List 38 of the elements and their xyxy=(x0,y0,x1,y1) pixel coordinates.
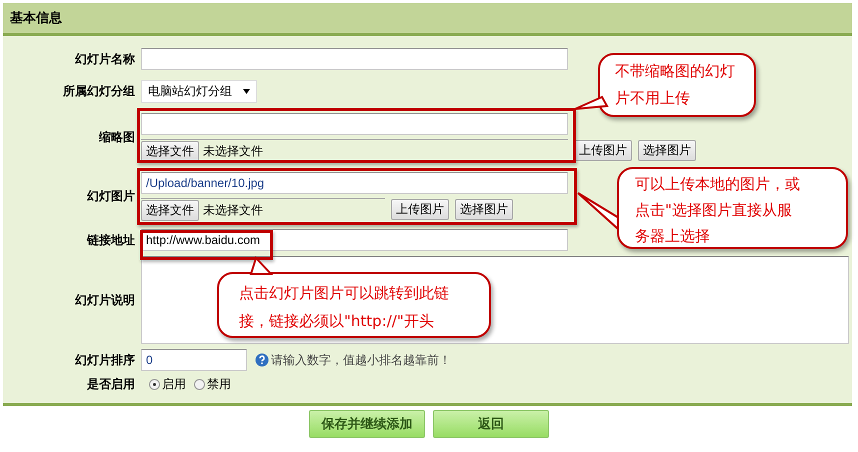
input-field[interactable]: /Upload/banner/10.jpg xyxy=(141,172,568,194)
pick-image-button[interactable]: 选择图片 xyxy=(638,140,696,161)
field-label: 幻灯片名称 xyxy=(74,50,136,68)
radio-option[interactable]: 禁用 xyxy=(194,376,231,393)
field-label: 幻灯图片 xyxy=(86,188,136,205)
choose-file-button[interactable]: 选择文件 xyxy=(141,200,199,220)
group-select[interactable]: 电脑站幻灯分组 xyxy=(141,80,257,103)
field-label: 是否启用 xyxy=(86,376,136,393)
file-status: 未选择文件 xyxy=(203,142,263,160)
callout-tail xyxy=(250,257,272,275)
radio-circle[interactable] xyxy=(194,379,205,390)
help-icon xyxy=(255,353,269,367)
file-status: 未选择文件 xyxy=(203,202,263,218)
field-label: 幻灯片说明 xyxy=(74,292,136,308)
radio-circle[interactable] xyxy=(149,379,160,390)
field-label: 链接地址 xyxy=(86,232,136,248)
input-field[interactable]: http://www.baidu.com xyxy=(141,229,568,251)
field-label: 幻灯片排序 xyxy=(74,352,136,368)
callout-tail xyxy=(577,192,619,230)
panel-title: 基本信息 xyxy=(10,10,62,27)
field-label: 缩略图 xyxy=(98,129,136,146)
choose-file-button[interactable]: 选择文件 xyxy=(141,140,199,162)
callout-tail xyxy=(574,96,608,110)
callout: 可以上传本地的图片，或点击"选择图片直接从服务器上选择 xyxy=(617,167,848,249)
callout: 不带缩略图的幻灯片不用上传 xyxy=(598,53,756,117)
action-button[interactable]: 返回 xyxy=(433,410,549,438)
upload-button[interactable]: 上传图片 xyxy=(574,140,632,161)
pick-image-button[interactable]: 选择图片 xyxy=(455,199,513,220)
radio-option[interactable]: 启用 xyxy=(149,376,186,393)
field-label: 所属幻灯分组 xyxy=(62,83,136,100)
input-field[interactable] xyxy=(141,113,568,135)
dropdown-arrow-icon xyxy=(243,89,250,94)
input-field[interactable]: 0 xyxy=(141,349,247,371)
input-field[interactable] xyxy=(141,48,568,70)
hint-text: 请输入数字，值越小排名越靠前！ xyxy=(271,352,451,368)
callout: 点击幻灯片图片可以跳转到此链接，链接必须以"http://"开头 xyxy=(217,272,491,338)
action-button[interactable]: 保存并继续添加 xyxy=(309,410,425,438)
upload-button[interactable]: 上传图片 xyxy=(391,199,449,220)
